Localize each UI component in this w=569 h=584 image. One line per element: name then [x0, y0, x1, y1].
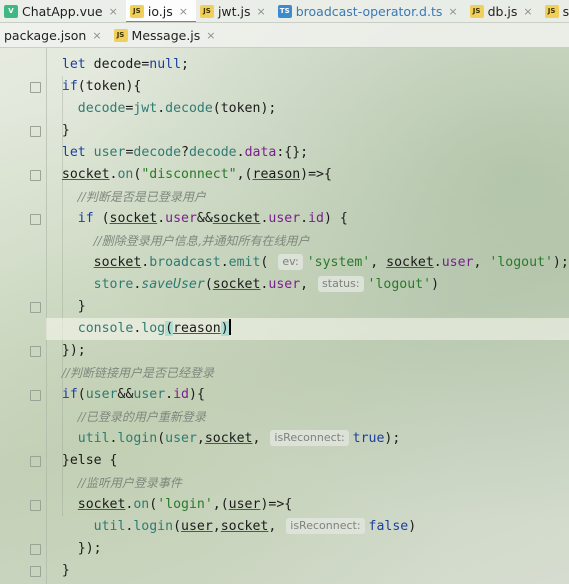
tab-message-js[interactable]: JS Message.js ×: [110, 23, 224, 47]
close-icon[interactable]: ×: [109, 5, 118, 18]
close-icon[interactable]: ×: [523, 5, 532, 18]
fold-icon[interactable]: [30, 544, 41, 555]
tab-package-json[interactable]: package.json ×: [0, 23, 110, 47]
code-line: }else {: [30, 450, 569, 472]
code-line: //已登录的用户重新登录: [77, 410, 206, 424]
code-line: });: [30, 340, 569, 362]
code-line: socket.on('login',(user)=>{: [30, 494, 569, 516]
param-hint: isReconnect:: [270, 430, 349, 446]
code-line: let user=decode?decode.data:{};: [61, 145, 309, 160]
code-line: }: [30, 560, 569, 582]
tab-label: jwt.js: [217, 3, 251, 19]
tab-label: store.js: [562, 3, 569, 19]
fold-icon[interactable]: [30, 500, 41, 511]
tab-label: io.js: [147, 3, 173, 19]
code-line: util.login(user,socket, isReconnect: true…: [77, 430, 401, 446]
code-line: store.saveUser(socket.user, status:'logo…: [93, 276, 440, 292]
tab-store-js[interactable]: JSstore.js×: [541, 0, 569, 22]
js-file-icon: JS: [469, 4, 484, 18]
fold-icon[interactable]: [30, 170, 41, 181]
fold-icon[interactable]: [30, 566, 41, 577]
code-line: if (socket.user&&socket.user.id) {: [30, 208, 569, 230]
fold-icon[interactable]: [30, 214, 41, 225]
code-line: if(token){: [30, 76, 569, 98]
tab-chatapp-vue[interactable]: V ChatApp.vue ×: [0, 0, 126, 22]
text-cursor: [228, 319, 231, 335]
tab-label: Message.js: [131, 27, 201, 43]
close-icon[interactable]: ×: [92, 29, 101, 42]
fold-icon[interactable]: [30, 82, 41, 93]
close-icon[interactable]: ×: [179, 5, 188, 18]
close-icon[interactable]: ×: [257, 5, 266, 18]
ts-file-icon: TS: [277, 4, 292, 18]
code-line: //监听用户登录事件: [77, 476, 182, 490]
tab-broadcast-operator-d-ts[interactable]: TS broadcast-operator.d.ts ×: [274, 0, 466, 22]
code-line: }: [30, 296, 569, 318]
tab-label: db.js: [487, 3, 518, 19]
tab-label: package.json: [4, 27, 87, 43]
close-icon[interactable]: ×: [206, 29, 215, 42]
js-file-icon: JS: [199, 4, 214, 18]
code-line: decode=jwt.decode(token);: [77, 101, 277, 116]
code-line: //判断是否是已登录用户: [77, 190, 206, 204]
code-line: let decode=null;: [61, 57, 189, 72]
code-line: });: [30, 538, 569, 560]
tab-label: ChatApp.vue: [22, 3, 103, 19]
fold-icon[interactable]: [30, 302, 41, 313]
code-line: socket.on("disconnect",(reason)=>{: [30, 164, 569, 186]
close-icon[interactable]: ×: [448, 5, 457, 18]
tab-label: broadcast-operator.d.ts: [295, 3, 443, 19]
code-editor[interactable]: let decode=null; if(token){ decode=jwt.d…: [30, 54, 569, 582]
code-line: if(user&&user.id){: [30, 384, 569, 406]
fold-icon[interactable]: [30, 126, 41, 137]
tab-jwt-js[interactable]: JS jwt.js ×: [196, 0, 274, 22]
js-file-icon: JS: [544, 4, 559, 18]
code-line: util.login(user,socket, isReconnect: fals…: [93, 518, 417, 534]
fold-icon[interactable]: [30, 390, 41, 401]
code-line: //删除登录用户信息,并通知所有在线用户: [93, 234, 310, 248]
tab-db-js[interactable]: JS db.js ×: [466, 0, 541, 22]
fold-icon[interactable]: [30, 456, 41, 467]
code-line: }: [30, 120, 569, 142]
editor-tab-bar-second-row: package.json × JS Message.js ×: [0, 23, 569, 48]
js-file-icon: JS: [113, 28, 128, 42]
param-hint: isReconnect:: [286, 518, 365, 534]
param-hint: status:: [318, 276, 364, 292]
fold-icon[interactable]: [30, 346, 41, 357]
tab-io-js[interactable]: JS io.js ×: [125, 0, 197, 22]
param-hint: ev:: [278, 254, 303, 270]
code-line-current: console.log(reason): [46, 318, 569, 340]
code-line: //判断链接用户是否已经登录: [61, 366, 214, 380]
js-file-icon: JS: [129, 4, 144, 18]
editor-tab-bar: V ChatApp.vue × JS io.js × JS jwt.js × TS broadcas…: [0, 0, 569, 23]
code-line: socket.broadcast.emit( ev:'system', sock…: [93, 254, 569, 270]
vue-file-icon: V: [4, 4, 18, 18]
